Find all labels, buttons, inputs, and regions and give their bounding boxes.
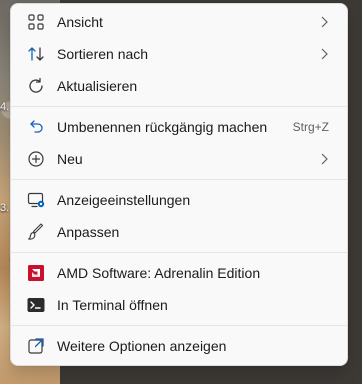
menu-separator (11, 325, 347, 326)
brush-icon (27, 223, 45, 241)
chevron-right-icon (321, 48, 328, 60)
menu-item-label: Neu (57, 151, 83, 167)
menu-item-label: Aktualisieren (57, 78, 138, 94)
more-options-icon (27, 337, 45, 355)
menu-item-label: Anpassen (57, 224, 120, 240)
amd-icon (27, 264, 45, 282)
menu-separator (11, 179, 347, 180)
sort-arrows-icon (27, 45, 45, 63)
keyboard-shortcut: Strg+Z (292, 120, 329, 134)
display-settings-icon (27, 191, 45, 209)
refresh-icon (27, 77, 45, 95)
menu-item-sort-by[interactable]: Sortieren nach (15, 38, 343, 70)
menu-item-label: Umbenennen rückgängig machen (57, 119, 268, 135)
chevron-right-icon (321, 16, 328, 28)
menu-item-amd-software[interactable]: AMD Software: Adrenalin Edition (15, 257, 343, 289)
menu-item-view[interactable]: Ansicht (15, 6, 343, 38)
menu-item-label: Ansicht (57, 14, 103, 30)
menu-separator (11, 252, 347, 253)
menu-separator (11, 106, 347, 107)
desktop-icon-label[interactable]: 3. (0, 202, 9, 214)
desktop-icon-label[interactable]: 4. (0, 101, 9, 113)
menu-item-open-terminal[interactable]: In Terminal öffnen (15, 289, 343, 321)
menu-item-display-settings[interactable]: Anzeigeeinstellungen (15, 184, 343, 216)
menu-item-personalize[interactable]: Anpassen (15, 216, 343, 248)
plus-circle-icon (27, 150, 45, 168)
grid-icon (27, 13, 45, 31)
chevron-right-icon (321, 153, 328, 165)
menu-item-label: In Terminal öffnen (57, 297, 168, 313)
menu-item-undo-rename[interactable]: Umbenennen rückgängig machen Strg+Z (15, 111, 343, 143)
menu-item-show-more-options[interactable]: Weitere Optionen anzeigen (15, 330, 343, 362)
menu-item-refresh[interactable]: Aktualisieren (15, 70, 343, 102)
menu-item-label: Sortieren nach (57, 46, 149, 62)
menu-item-label: Weitere Optionen anzeigen (57, 338, 227, 354)
terminal-icon (27, 296, 45, 314)
menu-item-new[interactable]: Neu (15, 143, 343, 175)
desktop-context-menu: Ansicht Sortieren nach Aktualisieren Umb… (10, 3, 348, 366)
menu-item-label: AMD Software: Adrenalin Edition (57, 265, 261, 281)
menu-item-label: Anzeigeeinstellungen (57, 192, 191, 208)
undo-icon (27, 118, 45, 136)
